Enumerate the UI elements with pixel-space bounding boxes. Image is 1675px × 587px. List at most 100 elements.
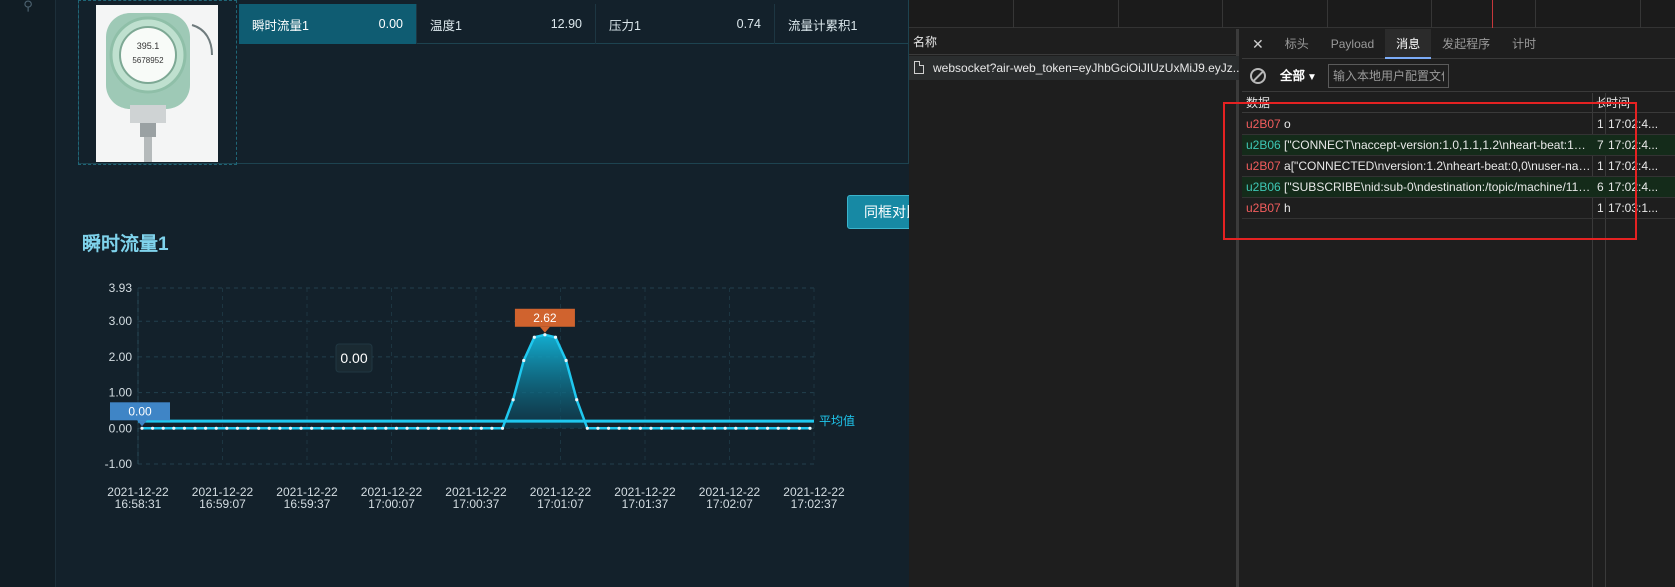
data-point <box>765 426 770 430</box>
message-filter-input[interactable] <box>1328 64 1449 88</box>
data-point <box>734 426 738 430</box>
x-tick-label: 17:02:37 <box>791 497 838 511</box>
y-tick-label: 3.00 <box>109 314 133 328</box>
meter-display-line2: 5678952 <box>132 56 164 65</box>
data-point <box>288 426 293 430</box>
data-point <box>246 426 250 430</box>
max-marker-pointer <box>539 326 550 333</box>
data-point <box>416 426 420 430</box>
min-marker-label: 0.00 <box>128 404 152 418</box>
data-point <box>299 426 303 430</box>
metric-label: 流量计累积1 <box>788 18 858 33</box>
data-point <box>712 426 717 430</box>
tab-headers[interactable]: 标头 <box>1274 29 1320 59</box>
devtools-timeline <box>909 0 1675 28</box>
data-point <box>744 426 748 430</box>
data-point <box>479 426 483 430</box>
data-point <box>797 426 801 430</box>
data-point <box>225 426 229 430</box>
y-tick-label: 3.93 <box>109 281 133 295</box>
data-point <box>575 398 579 402</box>
tab-initiator[interactable]: 发起程序 <box>1431 29 1501 59</box>
x-tick-label: 16:59:37 <box>284 497 331 511</box>
x-tick-label: 16:58:31 <box>115 497 162 511</box>
tooltip-value: 0.00 <box>340 350 367 366</box>
data-point <box>596 426 600 430</box>
data-point <box>776 426 780 430</box>
data-point <box>511 398 515 402</box>
data-point <box>384 426 388 430</box>
data-point <box>341 426 346 430</box>
series-line <box>142 333 810 430</box>
data-point <box>161 426 165 430</box>
data-point <box>606 426 611 430</box>
tab-timing[interactable]: 计时 <box>1501 29 1547 59</box>
search-icon[interactable]: ⚲ <box>18 0 38 14</box>
message-filter-bar: 全部 ▼ <box>1242 60 1675 92</box>
data-point <box>691 426 695 430</box>
request-list: 名称 websocket?air-web_token=eyJhbGciOiJIU… <box>909 29 1239 587</box>
meter-display-line1: 395.1 <box>137 41 160 51</box>
message-type-value: 全部 <box>1280 69 1306 83</box>
max-marker-label: 2.62 <box>533 311 557 325</box>
series-area <box>142 334 810 429</box>
data-point <box>543 333 547 337</box>
metric-value: 0.74 <box>736 17 761 31</box>
tab-payload[interactable]: Payload <box>1320 29 1385 59</box>
x-tick-label: 17:02:07 <box>706 497 753 511</box>
metric-pressure[interactable]: 压力1 0.74 <box>596 4 775 44</box>
y-tick-label: 1.00 <box>109 386 133 400</box>
flow-meter-image: 395.1 5678952 <box>96 5 218 162</box>
x-tick-label: 17:00:07 <box>368 497 415 511</box>
monitoring-app: ⚲ 395.1 5678952 瞬时流量1 0.00 温度1 12.90 压力1… <box>0 0 909 587</box>
flow-chart: 3.933.002.001.000.00-1.00 2021-12-2216:5… <box>105 281 855 511</box>
metric-label: 压力1 <box>609 18 641 33</box>
tab-messages[interactable]: 消息 <box>1385 28 1432 59</box>
timeline-gridline <box>1640 0 1641 28</box>
metric-instant-flow[interactable]: 瞬时流量1 0.00 <box>239 4 417 44</box>
data-point <box>585 426 589 430</box>
left-rail: ⚲ <box>0 0 56 587</box>
data-point <box>617 426 621 430</box>
data-point <box>331 426 335 430</box>
data-point <box>405 426 409 430</box>
data-point <box>193 426 197 430</box>
annotation-highlight-box <box>1223 102 1637 240</box>
caret-down-icon: ▼ <box>1307 72 1317 83</box>
data-point <box>564 358 568 363</box>
request-list-header[interactable]: 名称 <box>909 29 1239 55</box>
timeline-gridline <box>1013 0 1014 28</box>
data-point <box>723 426 727 430</box>
close-icon[interactable]: ✕ <box>1242 29 1274 59</box>
average-label: 平均值 <box>819 413 855 428</box>
data-point <box>638 426 642 430</box>
message-type-select[interactable]: 全部 ▼ <box>1280 67 1317 87</box>
clear-messages-icon[interactable] <box>1250 68 1266 84</box>
request-name: websocket?air-web_token=eyJhbGciOiJIUzUx… <box>933 61 1239 75</box>
metric-label: 瞬时流量1 <box>252 18 309 33</box>
data-point <box>628 426 632 430</box>
data-point <box>267 426 271 430</box>
metric-temperature[interactable]: 温度1 12.90 <box>417 4 596 44</box>
devtools-network-panel: 名称 websocket?air-web_token=eyJhbGciOiJIU… <box>909 0 1675 587</box>
data-point <box>649 426 653 430</box>
metric-label: 温度1 <box>430 18 462 33</box>
x-tick-label: 17:01:37 <box>622 497 669 511</box>
metric-cumulative-flow[interactable]: 流量计累积1 <box>775 4 909 44</box>
request-row-websocket[interactable]: websocket?air-web_token=eyJhbGciOiJIUzUx… <box>909 56 1239 80</box>
data-point <box>310 426 314 430</box>
data-point <box>140 426 144 430</box>
y-tick-label: -1.00 <box>105 457 133 471</box>
compare-button[interactable]: 同框对比 <box>847 195 909 229</box>
data-point <box>702 426 706 430</box>
data-point <box>808 426 812 430</box>
x-tick-label: 17:01:07 <box>537 497 584 511</box>
data-point <box>352 426 356 430</box>
data-point <box>490 426 494 430</box>
data-point <box>151 426 155 430</box>
chart-title: 瞬时流量1 <box>82 234 169 255</box>
data-point <box>394 426 399 430</box>
data-point <box>500 426 505 430</box>
data-point <box>522 358 526 363</box>
data-point <box>172 426 176 430</box>
